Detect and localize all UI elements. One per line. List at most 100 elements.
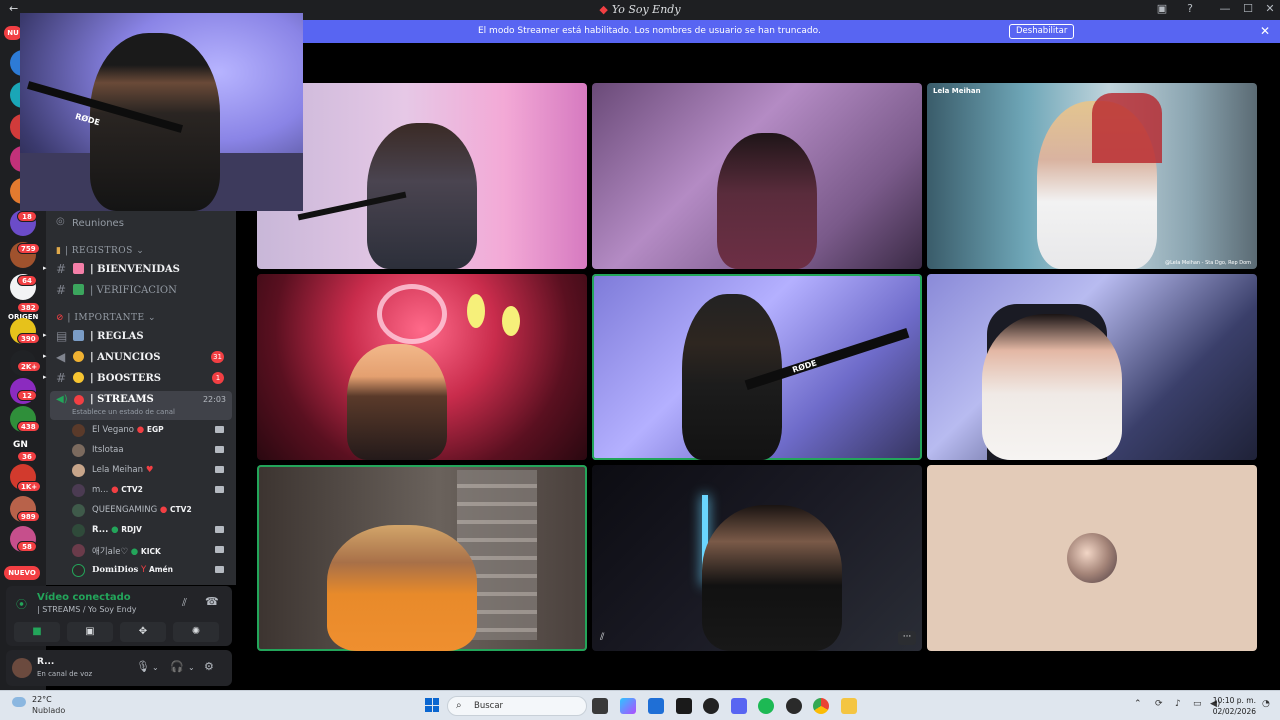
video-tile[interactable]	[592, 83, 922, 269]
chevron-down-icon[interactable]: ⌄	[188, 663, 195, 672]
server-badge: 58	[17, 541, 37, 552]
unread-indicator: ▸	[43, 352, 47, 360]
camera-icon	[215, 486, 224, 493]
chevron-up-icon[interactable]: ⌃	[1134, 699, 1142, 709]
discord-icon[interactable]	[731, 698, 747, 714]
megaphone-icon: ◀	[56, 350, 66, 364]
spotify-icon[interactable]	[758, 698, 774, 714]
video-tile[interactable]	[257, 83, 587, 269]
server-badge: 382	[17, 302, 40, 313]
participant-video	[702, 505, 842, 651]
terminal-icon[interactable]	[676, 698, 692, 714]
member-tag: KICK	[140, 547, 161, 556]
sun-icon	[73, 372, 84, 383]
channel-verificacion[interactable]: # | VERIFICACION	[46, 280, 236, 300]
video-tile[interactable]	[927, 274, 1257, 460]
taskbar-search[interactable]: ⌕ Buscar	[447, 696, 587, 716]
system-clock[interactable]: 10:10 p. m. 02/02/2026	[1213, 695, 1256, 717]
voice-member[interactable]: QUEENGAMING ● CTV2	[72, 501, 232, 519]
streamer-mode-banner: El modo Streamer está habilitado. Los no…	[238, 20, 1280, 43]
notifications-icon[interactable]: ◔	[1262, 699, 1270, 709]
video-tile[interactable]: ⫽ ···	[592, 465, 922, 651]
more-options-button[interactable]: ···	[898, 631, 916, 645]
screen-share-button[interactable]: ▣	[67, 622, 113, 642]
start-button[interactable]	[425, 698, 439, 712]
activities-button[interactable]: ✥	[120, 622, 166, 642]
user-status: En canal de voz	[37, 670, 93, 678]
voice-member[interactable]: R... ● RDJV	[72, 521, 232, 539]
picture-in-picture-webcam[interactable]: RØDE	[20, 13, 303, 211]
voice-member[interactable]: m... ● CTV2	[72, 481, 232, 499]
close-icon[interactable]: ✕	[1260, 24, 1270, 38]
help-icon[interactable]: ?	[1180, 2, 1200, 18]
member-name: Lela Meihan	[92, 465, 143, 475]
camera-button[interactable]: ■	[14, 622, 60, 642]
discord-window: ← ◆ Yo Soy Endy ▣ ? — ☐ ✕ El modo Streame…	[0, 0, 1280, 720]
video-tile[interactable]: Lela Meihan @Lela Meihan - Sta Dgo, Rep …	[927, 83, 1257, 269]
noise-suppression-icon[interactable]: ⫽	[182, 596, 187, 610]
server-icon: ◆	[599, 3, 608, 16]
copilot-icon[interactable]	[620, 698, 636, 714]
category-importante[interactable]: ⊘ | IMPORTANTE ⌄	[56, 313, 156, 323]
app-icon[interactable]	[786, 698, 802, 714]
server-label[interactable]: GN	[13, 440, 28, 450]
channel-anuncios[interactable]: ▸ ◀ | ANUNCIOS 31	[43, 347, 236, 367]
channel-bienvenidas[interactable]: ▸ # | BIENVENIDAS	[43, 259, 236, 279]
server-badge: 36	[17, 451, 37, 462]
voice-channel[interactable]: | STREAMS / Yo Soy Endy	[37, 605, 137, 614]
channel-reuniones[interactable]: ◎ Reuniones	[46, 213, 236, 233]
avatar	[72, 504, 85, 517]
category-registros[interactable]: ▮ | REGISTROS ⌄	[56, 246, 144, 256]
voice-member[interactable]: Itslotaa	[72, 441, 232, 459]
display-icon[interactable]: ▭	[1193, 699, 1202, 709]
avatar	[72, 524, 85, 537]
disable-streamer-button[interactable]: Deshabilitar	[1009, 24, 1075, 39]
soundboard-button[interactable]: ✺	[173, 622, 219, 642]
avatar	[72, 544, 85, 557]
camera-icon	[215, 526, 224, 533]
video-tile[interactable]: RØDE	[592, 274, 922, 460]
maximize-button[interactable]: ☐	[1238, 2, 1258, 18]
network-icon[interactable]: ⟳	[1155, 699, 1163, 709]
headphones-icon[interactable]: 🎧	[170, 660, 184, 673]
voice-member[interactable]: 애기ale♡ ● KICK	[72, 541, 232, 559]
participant-video	[347, 344, 447, 460]
close-window-button[interactable]: ✕	[1260, 2, 1280, 18]
settings-gear-icon[interactable]: ⚙	[204, 660, 214, 673]
voice-state[interactable]: Vídeo conectado	[37, 592, 131, 603]
video-tile[interactable]	[257, 274, 587, 460]
channel-status[interactable]: Establece un estado de canal	[72, 408, 175, 416]
voice-member[interactable]: Lela Meihan ♥	[72, 461, 232, 479]
user-name[interactable]: R...	[37, 657, 54, 667]
store-icon[interactable]	[648, 698, 664, 714]
microphone-icon[interactable]: 🎙	[136, 660, 150, 673]
channel-name: | STREAMS	[90, 394, 154, 405]
app-icon[interactable]	[703, 698, 719, 714]
microphone-icon[interactable]: ♪	[1175, 699, 1181, 709]
voice-member[interactable]: DomiDios Y Amén	[72, 561, 232, 579]
server-badge: 438	[17, 421, 40, 432]
avatar	[72, 564, 85, 577]
channel-streams-selected[interactable]: ◀) | STREAMS 22:03 Establece un estado d…	[50, 391, 232, 420]
member-name: DomiDios	[92, 565, 139, 575]
video-tile[interactable]	[257, 465, 587, 651]
chrome-icon[interactable]	[813, 698, 829, 714]
minimize-button[interactable]: —	[1215, 2, 1235, 18]
participant-name: Lela Meihan	[933, 87, 981, 95]
avatar-tile[interactable]	[927, 465, 1257, 651]
chevron-down-icon[interactable]: ⌄	[152, 663, 159, 672]
file-explorer-icon[interactable]	[592, 698, 608, 714]
inbox-icon[interactable]: ▣	[1152, 2, 1172, 18]
channel-boosters[interactable]: ▸ # | BOOSTERS 1	[43, 368, 236, 388]
folder-icon[interactable]	[841, 698, 857, 714]
unread-indicator: ▸	[43, 331, 47, 339]
chevron-down-icon: ⌄	[147, 313, 157, 323]
disconnect-icon[interactable]: ☎	[205, 595, 219, 608]
hash-icon: #	[56, 283, 67, 297]
avatar[interactable]	[12, 658, 32, 678]
new-badge[interactable]: NUEVO	[4, 566, 40, 580]
channel-reglas[interactable]: ▸ ▤ | REGLAS	[43, 326, 236, 346]
voice-member[interactable]: El Vegano ● EGP	[72, 421, 232, 439]
server-badge: 2K+	[17, 361, 42, 372]
signal-icon[interactable]: ⦿	[16, 596, 27, 612]
